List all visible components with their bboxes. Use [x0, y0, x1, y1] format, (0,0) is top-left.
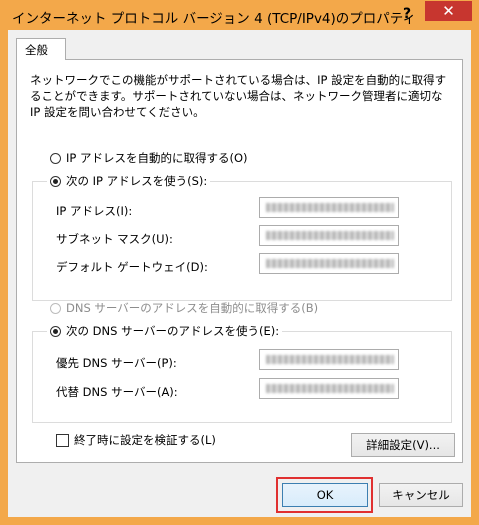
subnet-mask-input[interactable] [259, 225, 399, 246]
ip-address-label: IP アドレス(I): [56, 204, 133, 218]
title-bar: インターネット プロトコル バージョン 4 (TCP/IPv4)のプロパティ ?… [0, 0, 479, 30]
subnet-mask-value-redacted [266, 231, 394, 240]
ip-manual-radio[interactable] [50, 175, 61, 187]
window-title: インターネット プロトコル バージョン 4 (TCP/IPv4)のプロパティ [12, 11, 416, 27]
default-gateway-value-redacted [266, 259, 394, 268]
validate-option[interactable]: 終了時に設定を検証する(L) [56, 432, 216, 448]
ok-button[interactable]: OK [282, 483, 368, 507]
subnet-mask-label: サブネット マスク(U): [56, 232, 173, 246]
dns-group-box [32, 331, 452, 423]
close-button[interactable]: ✕ [425, 1, 472, 21]
dialog-window: インターネット プロトコル バージョン 4 (TCP/IPv4)のプロパティ ?… [0, 0, 479, 525]
default-gateway-label: デフォルト ゲートウェイ(D): [56, 260, 208, 274]
dialog-client-area: 全般 ネットワークでこの機能がサポートされている場合は、IP 設定を自動的に取得… [8, 30, 471, 517]
validate-checkbox[interactable] [56, 433, 69, 447]
tab-general[interactable]: 全般 [16, 38, 66, 60]
dns-manual-radio[interactable] [50, 325, 61, 337]
general-panel: ネットワークでこの機能がサポートされている場合は、IP 設定を自動的に取得するこ… [16, 59, 463, 463]
advanced-button[interactable]: 詳細設定(V)... [351, 433, 455, 457]
ip-manual-option[interactable]: 次の IP アドレスを使う(S): [47, 173, 211, 189]
alternate-dns-value-redacted [266, 384, 394, 393]
ip-auto-radio[interactable] [50, 152, 61, 164]
preferred-dns-label: 優先 DNS サーバー(P): [56, 356, 177, 370]
alternate-dns-input[interactable] [259, 378, 399, 399]
default-gateway-input[interactable] [259, 253, 399, 274]
dns-auto-option[interactable]: DNS サーバーのアドレスを自動的に取得する(B) [50, 300, 318, 316]
preferred-dns-value-redacted [266, 355, 394, 364]
ip-address-input[interactable] [259, 197, 399, 218]
help-button[interactable]: ? [397, 5, 417, 23]
dns-manual-label: 次の DNS サーバーのアドレスを使う(E): [66, 324, 280, 338]
dns-auto-radio[interactable] [50, 302, 61, 314]
cancel-button[interactable]: キャンセル [379, 483, 463, 507]
ip-auto-label: IP アドレスを自動的に取得する(O) [66, 151, 248, 165]
dns-auto-label: DNS サーバーのアドレスを自動的に取得する(B) [66, 301, 319, 315]
description-text: ネットワークでこの機能がサポートされている場合は、IP 設定を自動的に取得するこ… [30, 73, 447, 119]
preferred-dns-input[interactable] [259, 349, 399, 370]
dns-manual-option[interactable]: 次の DNS サーバーのアドレスを使う(E): [47, 323, 283, 339]
validate-label: 終了時に設定を検証する(L) [74, 433, 216, 447]
ip-auto-option[interactable]: IP アドレスを自動的に取得する(O) [50, 150, 248, 166]
alternate-dns-label: 代替 DNS サーバー(A): [56, 385, 178, 399]
ip-address-value-redacted [266, 203, 394, 212]
ip-manual-label: 次の IP アドレスを使う(S): [66, 174, 208, 188]
